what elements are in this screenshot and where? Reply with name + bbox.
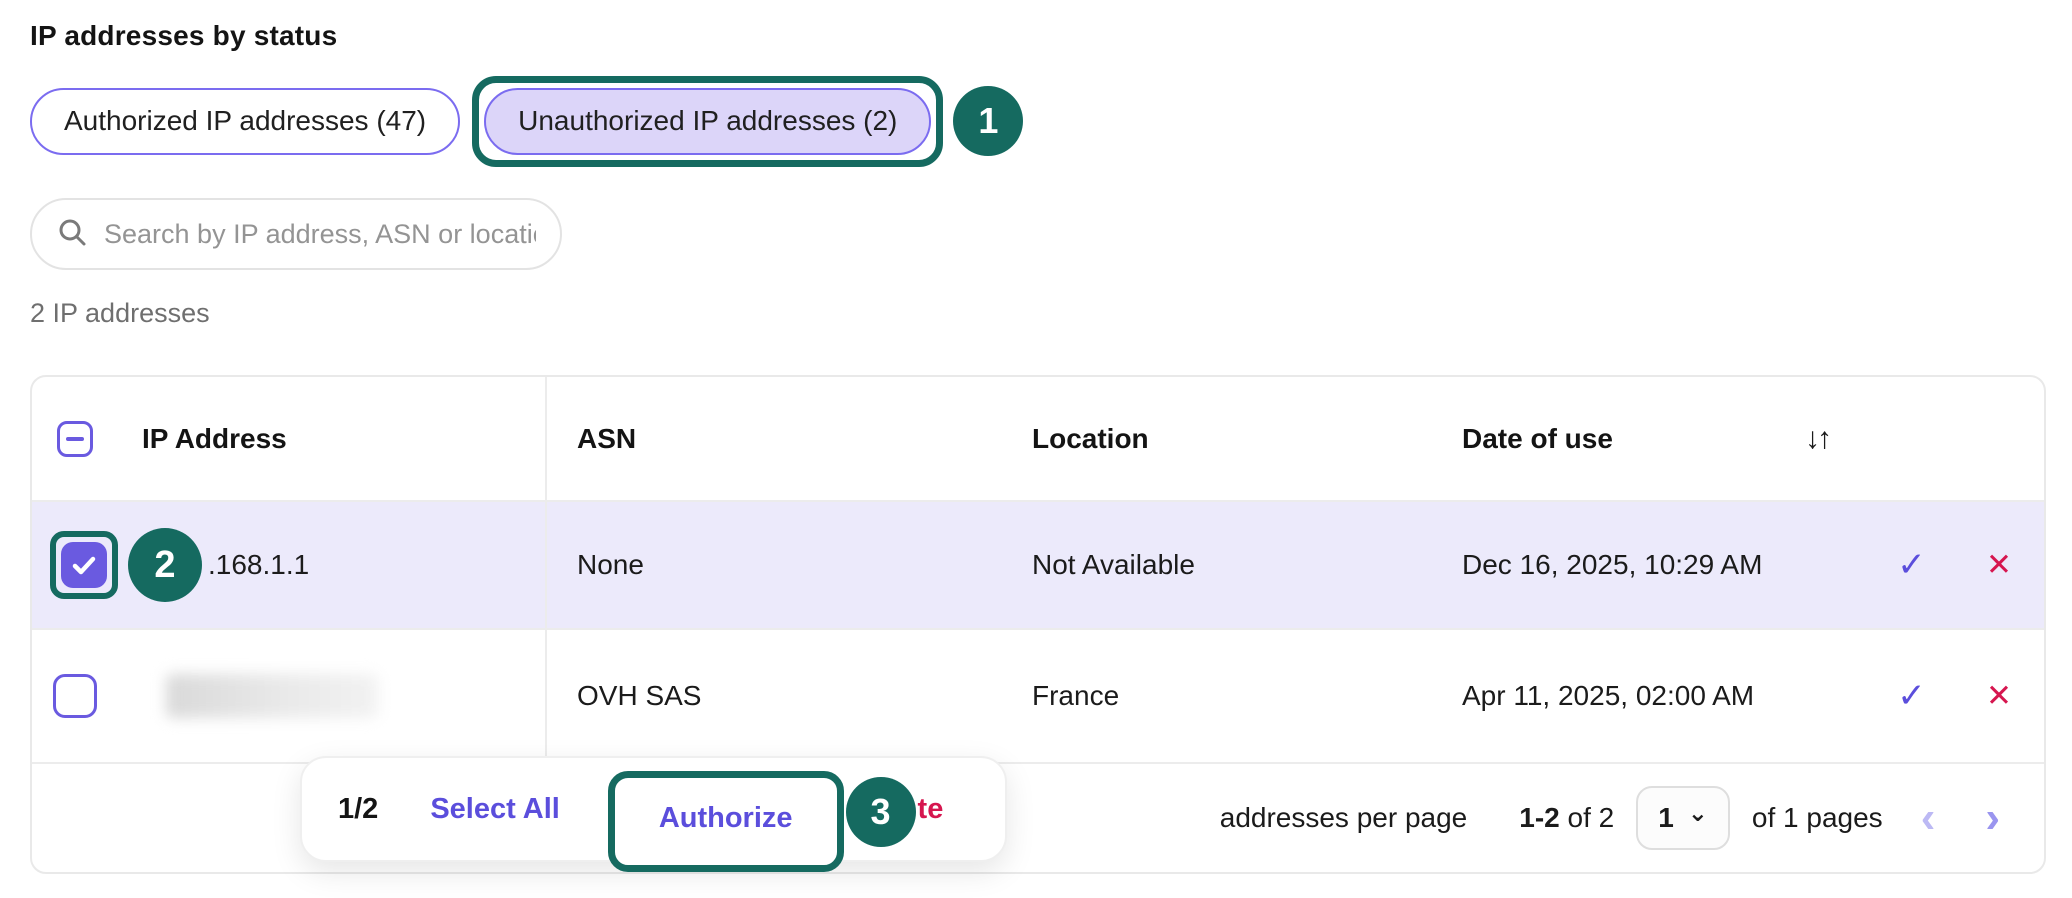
bulk-action-bar: 1/2 Select All Authorize 3 te bbox=[300, 756, 1007, 862]
row1-checkbox[interactable] bbox=[61, 542, 107, 588]
page-title: IP addresses by status bbox=[30, 20, 2046, 52]
annotation-step2-badge: 2 bbox=[128, 528, 202, 602]
header-asn: ASN bbox=[547, 423, 1002, 455]
annotation-step1-badge: 1 bbox=[953, 86, 1023, 156]
per-page-label: addresses per page bbox=[1220, 802, 1468, 834]
table-row: OVH SAS France Apr 11, 2025, 02:00 AM ✓ … bbox=[32, 630, 2044, 764]
authorize-button[interactable]: Authorize bbox=[659, 802, 793, 834]
annotation-ring-step3: Authorize bbox=[608, 771, 844, 872]
authorize-row-icon[interactable]: ✓ bbox=[1897, 545, 1926, 585]
ip-address-value: .168.1.1 bbox=[208, 549, 309, 581]
delete-row-icon[interactable]: ✕ bbox=[1986, 678, 2012, 714]
location-value: Not Available bbox=[1002, 549, 1432, 581]
selection-count: 1/2 bbox=[338, 793, 378, 826]
search-bar[interactable] bbox=[30, 198, 562, 270]
filter-unauthorized-button[interactable]: Unauthorized IP addresses (2) bbox=[484, 88, 931, 155]
status-filter-row: Authorized IP addresses (47) Unauthorize… bbox=[30, 74, 2046, 168]
annotation-step3-badge: 3 bbox=[846, 777, 916, 847]
header-date-of-use: Date of use bbox=[1432, 423, 1767, 455]
asn-value: OVH SAS bbox=[547, 680, 1002, 712]
sort-icon[interactable]: ↓↑ bbox=[1805, 422, 1829, 456]
table-row: 2 .168.1.1 None Not Available Dec 16, 20… bbox=[32, 502, 2044, 630]
select-all-button[interactable]: Select All bbox=[430, 793, 559, 826]
header-ip-address: IP Address bbox=[118, 377, 547, 500]
annotation-ring-step2 bbox=[50, 531, 118, 599]
location-value: France bbox=[1002, 680, 1432, 712]
date-of-use-value: Apr 11, 2025, 02:00 AM bbox=[1432, 680, 1767, 712]
date-of-use-value: Dec 16, 2025, 10:29 AM bbox=[1432, 549, 1767, 581]
delete-row-icon[interactable]: ✕ bbox=[1986, 547, 2012, 583]
search-input[interactable] bbox=[104, 219, 536, 250]
prev-page-icon[interactable]: ‹ bbox=[1917, 796, 1940, 840]
next-page-icon[interactable]: › bbox=[1981, 796, 2004, 840]
ip-status-page: IP addresses by status Authorized IP add… bbox=[0, 0, 2072, 898]
chevron-down-icon: ⌄ bbox=[1688, 799, 1708, 828]
asn-value: None bbox=[547, 549, 1002, 581]
filter-authorized-button[interactable]: Authorized IP addresses (47) bbox=[30, 88, 460, 155]
search-icon bbox=[56, 216, 88, 253]
redacted-ip-value bbox=[166, 674, 378, 718]
select-all-checkbox[interactable] bbox=[57, 421, 93, 457]
header-location: Location bbox=[1002, 423, 1432, 455]
page-select[interactable]: 1 ⌄ bbox=[1636, 786, 1730, 850]
pages-label: of 1 pages bbox=[1752, 802, 1883, 834]
authorize-row-icon[interactable]: ✓ bbox=[1897, 676, 1926, 716]
results-range: 1-2 of 2 bbox=[1519, 802, 1614, 834]
annotation-ring-step1: Unauthorized IP addresses (2) bbox=[472, 76, 943, 167]
ip-count-label: 2 IP addresses bbox=[30, 298, 2046, 329]
row2-checkbox[interactable] bbox=[53, 674, 97, 718]
table-header-row: IP Address ASN Location Date of use ↓↑ bbox=[32, 377, 2044, 502]
